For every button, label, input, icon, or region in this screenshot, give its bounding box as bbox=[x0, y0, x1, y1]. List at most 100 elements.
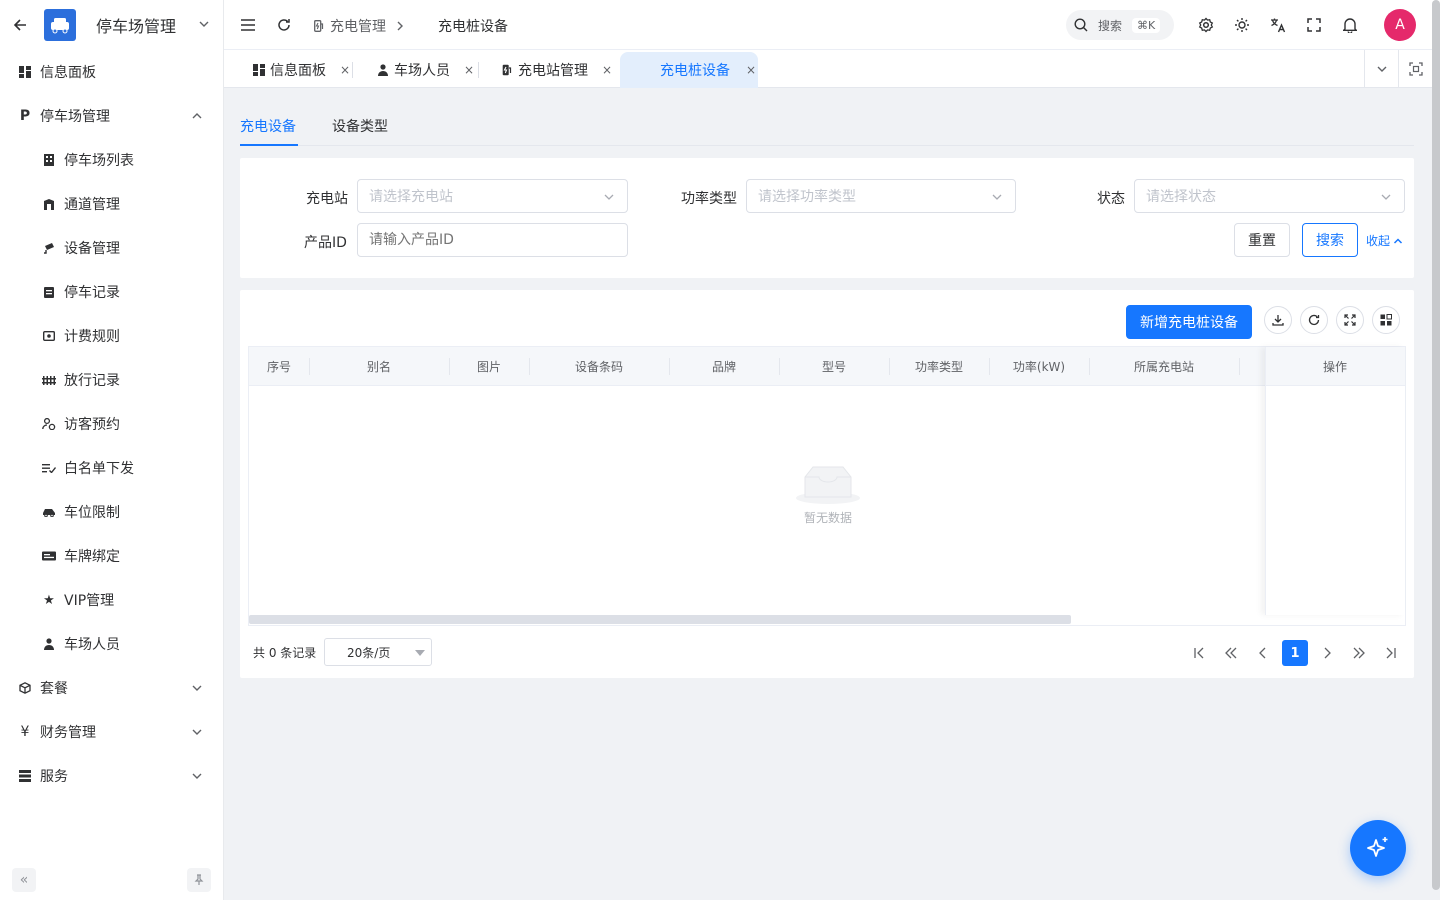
sidebar-item-parking-management[interactable]: P 停车场管理 bbox=[0, 94, 223, 138]
sidebar-item-label: 服务 bbox=[40, 769, 68, 785]
sidebar-item-staff[interactable]: 车场人员 bbox=[0, 622, 223, 666]
sidebar-item-label: 停车记录 bbox=[64, 285, 120, 301]
fullscreen-icon[interactable] bbox=[1304, 15, 1324, 35]
collapse-filters-link[interactable]: 收起 bbox=[1366, 232, 1403, 249]
clipboard-icon bbox=[42, 285, 56, 299]
power-type-select[interactable]: 请选择功率类型 bbox=[746, 179, 1016, 213]
close-icon[interactable]: × bbox=[746, 63, 756, 77]
status-label: 状态 bbox=[1097, 191, 1125, 207]
refresh-icon[interactable] bbox=[1300, 306, 1328, 334]
close-icon[interactable]: × bbox=[464, 63, 474, 77]
pin-icon[interactable] bbox=[187, 868, 211, 892]
station-placeholder: 请选择充电站 bbox=[369, 189, 453, 205]
search-button[interactable]: 搜索 bbox=[1302, 223, 1358, 257]
server-icon bbox=[18, 769, 32, 783]
ai-assistant-button[interactable] bbox=[1350, 820, 1406, 876]
last-page-icon[interactable] bbox=[1378, 640, 1404, 666]
translate-icon[interactable] bbox=[1268, 15, 1288, 35]
column-divider bbox=[1239, 358, 1240, 375]
collapse-sidebar-icon[interactable]: « bbox=[12, 868, 36, 892]
sidebar-item-visitor-booking[interactable]: 访客预约 bbox=[0, 402, 223, 446]
device-table: 序号 别名 图片 设备条码 品牌 型号 功率类型 功率(kW) 所属充电站 操作 bbox=[248, 346, 1406, 626]
next-5-pages-icon[interactable] bbox=[1346, 640, 1372, 666]
tab-label: 充电站管理 bbox=[518, 63, 588, 79]
sidebar-item-dashboard[interactable]: 信息面板 bbox=[0, 50, 223, 94]
car-limit-icon bbox=[42, 505, 56, 519]
sidebar-item-release-records[interactable]: 放行记录 bbox=[0, 358, 223, 402]
notification-bell-icon[interactable] bbox=[1340, 15, 1360, 35]
search-label: 搜索 bbox=[1098, 18, 1123, 33]
settings-icon[interactable] bbox=[1196, 15, 1216, 35]
close-icon[interactable]: × bbox=[340, 63, 350, 77]
next-page-icon[interactable] bbox=[1314, 640, 1340, 666]
theme-sun-icon[interactable] bbox=[1232, 15, 1252, 35]
sidebar-item-billing-rules[interactable]: 计费规则 bbox=[0, 314, 223, 358]
breadcrumb-current: 充电桩设备 bbox=[438, 19, 508, 35]
search-shortcut: ⌘K bbox=[1132, 17, 1161, 33]
sidebar-header: 停车场管理 bbox=[0, 0, 223, 50]
menu-toggle-icon[interactable] bbox=[238, 15, 258, 35]
add-charging-pile-button[interactable]: 新增充电桩设备 bbox=[1126, 305, 1252, 339]
page-tabs-bar: 信息面板 × 车场人员 × 充电站管理 × 充电桩设备 × bbox=[224, 50, 1440, 88]
close-icon[interactable]: × bbox=[602, 63, 612, 77]
page-number-current[interactable]: 1 bbox=[1282, 640, 1308, 666]
column-header-station: 所属充电站 bbox=[1133, 360, 1194, 374]
sidebar-item-whitelist[interactable]: 白名单下发 bbox=[0, 446, 223, 490]
first-page-icon[interactable] bbox=[1186, 640, 1212, 666]
tabs-dropdown-button[interactable] bbox=[1364, 50, 1398, 88]
column-settings-icon[interactable] bbox=[1372, 306, 1400, 334]
sidebar-item-plate-binding[interactable]: 车牌绑定 bbox=[0, 534, 223, 578]
breadcrumb: 充电管理 bbox=[314, 16, 404, 36]
subtab-device-type[interactable]: 设备类型 bbox=[332, 116, 388, 146]
prev-5-pages-icon[interactable] bbox=[1218, 640, 1244, 666]
sidebar-item-label: 访客预约 bbox=[64, 417, 120, 433]
status-select[interactable]: 请选择状态 bbox=[1134, 179, 1405, 213]
chevron-down-icon[interactable] bbox=[198, 18, 210, 30]
sidebar-item-vip-management[interactable]: ★ VIP管理 bbox=[0, 578, 223, 622]
global-search[interactable]: 搜索 ⌘K bbox=[1066, 10, 1174, 40]
sidebar-item-finance[interactable]: ¥ 财务管理 bbox=[0, 710, 223, 754]
sidebar-item-parking-records[interactable]: 停车记录 bbox=[0, 270, 223, 314]
chevron-up-icon bbox=[190, 109, 204, 123]
sparkle-icon bbox=[1365, 835, 1391, 861]
tab-charging-station[interactable]: 充电站管理 × bbox=[500, 52, 612, 88]
back-arrow-icon[interactable] bbox=[10, 15, 30, 35]
empty-state: 暂无数据 bbox=[795, 463, 861, 526]
page-scrollbar[interactable] bbox=[1432, 0, 1440, 890]
product-id-input[interactable] bbox=[357, 223, 628, 257]
sidebar-item-package[interactable]: 套餐 bbox=[0, 666, 223, 710]
tab-label: 车场人员 bbox=[394, 63, 450, 79]
tabs-maximize-button[interactable] bbox=[1398, 50, 1432, 88]
tab-charging-pile[interactable]: 充电桩设备 × bbox=[620, 52, 758, 88]
reset-button[interactable]: 重置 bbox=[1234, 223, 1290, 257]
subtab-charging-device[interactable]: 充电设备 bbox=[240, 116, 298, 146]
money-icon bbox=[42, 329, 56, 343]
sidebar-item-label: 停车场列表 bbox=[64, 153, 134, 169]
tab-staff[interactable]: 车场人员 × bbox=[376, 52, 474, 88]
station-select[interactable]: 请选择充电站 bbox=[357, 179, 628, 213]
sidebar-item-label: 放行记录 bbox=[64, 373, 120, 389]
collapse-label: 收起 bbox=[1366, 234, 1391, 248]
prev-page-icon[interactable] bbox=[1250, 640, 1276, 666]
refresh-icon[interactable] bbox=[274, 15, 294, 35]
sidebar-item-space-limit[interactable]: 车位限制 bbox=[0, 490, 223, 534]
avatar[interactable]: A bbox=[1384, 9, 1416, 41]
sidebar-item-gate-management[interactable]: 通道管理 bbox=[0, 182, 223, 226]
tab-dashboard[interactable]: 信息面板 × bbox=[252, 52, 350, 88]
sub-tabs: 充电设备 设备类型 bbox=[240, 110, 1414, 146]
chevron-down-icon bbox=[190, 681, 204, 695]
chevron-down-icon bbox=[1380, 191, 1392, 203]
sidebar-item-device-management[interactable]: 设备管理 bbox=[0, 226, 223, 270]
sidebar-item-parking-list[interactable]: 停车场列表 bbox=[0, 138, 223, 182]
dashboard-icon bbox=[252, 63, 266, 77]
expand-icon[interactable] bbox=[1336, 306, 1364, 334]
fixed-actions-column bbox=[1265, 347, 1405, 615]
breadcrumb-parent[interactable]: 充电管理 bbox=[330, 16, 386, 36]
download-icon[interactable] bbox=[1264, 306, 1292, 334]
package-icon bbox=[18, 681, 32, 695]
sidebar-item-service[interactable]: 服务 bbox=[0, 754, 223, 798]
horizontal-scrollbar[interactable] bbox=[249, 615, 1071, 624]
plate-icon bbox=[42, 549, 56, 563]
page-size-select[interactable]: 20条/页 bbox=[324, 638, 432, 666]
chevron-down-icon bbox=[991, 191, 1003, 203]
